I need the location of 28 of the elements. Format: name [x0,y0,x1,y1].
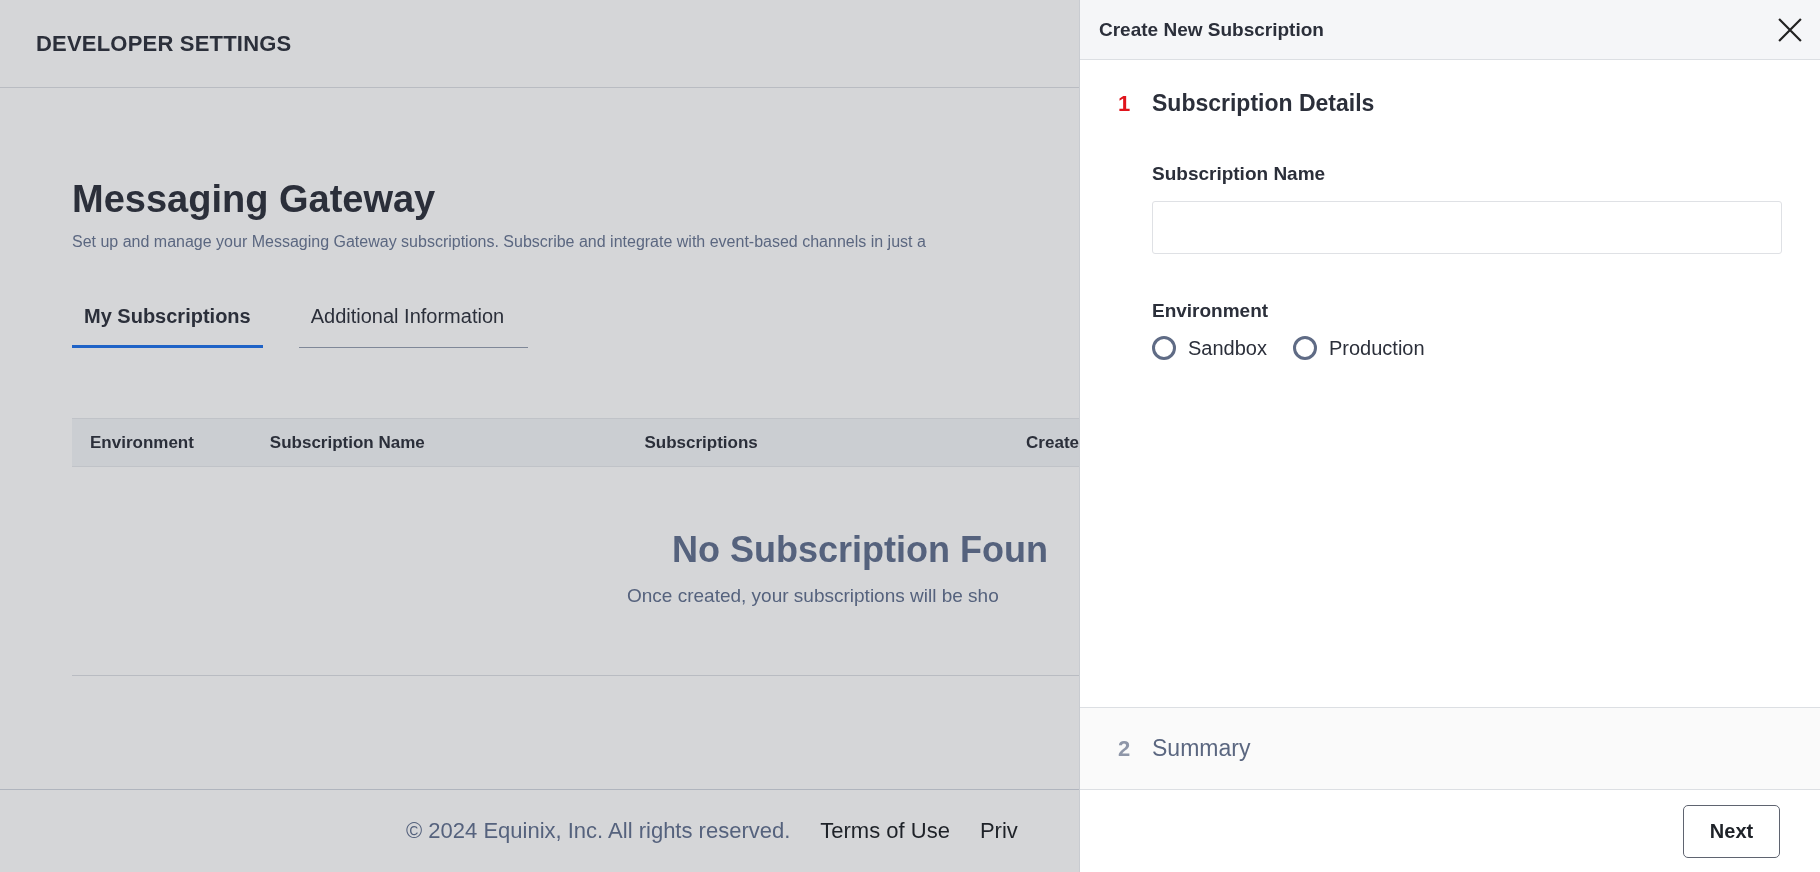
close-icon[interactable] [1778,17,1802,42]
tab[interactable]: My Subscriptions [72,295,263,348]
step-title: Subscription Details [1152,90,1375,117]
tab[interactable]: Additional Information [298,295,529,348]
empty-state-title: No Subscription Foun [672,529,1049,571]
drawer-title: Create New Subscription [1099,18,1324,41]
footer-link[interactable]: Priv [979,818,1018,844]
step-title: Summary [1152,735,1251,762]
page-title: Messaging Gateway [72,178,437,221]
radio-button[interactable] [1152,336,1176,360]
radio-option[interactable]: Production [1292,336,1425,360]
input-field[interactable] [1152,201,1782,254]
field-label: Environment [1152,300,1270,322]
column-header: Subscription Name [269,432,426,453]
copyright-text: © 2024 Equinix, Inc. All rights reserved. [406,818,791,844]
column-header: Subscriptions [644,432,759,453]
step-number: 1 [1118,90,1132,117]
step-number: 2 [1118,735,1132,762]
empty-state-message: Once created, your subscriptions will be sho [627,585,1000,607]
footer-link[interactable]: Terms of Use [820,818,950,844]
column-header: Environment [90,432,195,453]
radio-option[interactable]: Sandbox [1152,336,1267,360]
radio-button[interactable] [1292,336,1317,360]
column-header: Create [1026,432,1079,453]
app-title: DEVELOPER SETTINGS [36,30,292,57]
page-description: Set up and manage your Messaging Gateway subscriptions. Subscribe and integrate with event-based channels in just a [72,233,927,251]
next-button[interactable]: Next [1683,804,1780,858]
field-label: Subscription Name [1152,163,1327,185]
